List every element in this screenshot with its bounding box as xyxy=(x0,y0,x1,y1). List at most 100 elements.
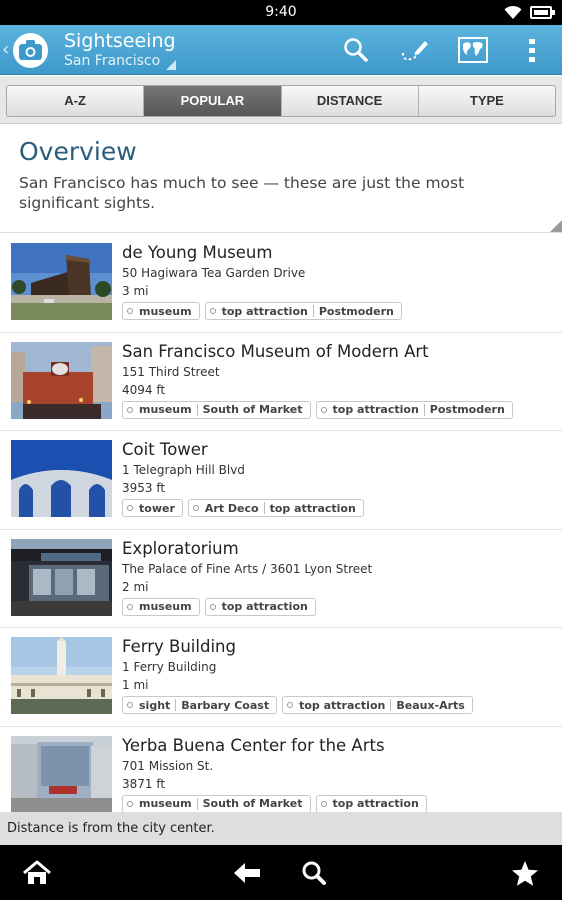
tab-a-z[interactable]: A-Z xyxy=(7,86,145,116)
list-item[interactable]: Coit Tower 1 Telegraph Hill Blvd 3953 ft… xyxy=(0,431,562,530)
tag-label: museum xyxy=(139,403,192,416)
sight-thumbnail xyxy=(11,735,112,812)
tag-label: tower xyxy=(139,501,175,515)
tag-label: top attraction xyxy=(332,797,419,810)
city-dropdown-icon xyxy=(166,60,176,70)
overflow-menu-icon xyxy=(529,39,535,62)
tag-label: top attraction xyxy=(221,304,308,318)
list-item[interactable]: Exploratorium The Palace of Fine Arts / … xyxy=(0,530,562,628)
sort-tabs: A-Z POPULAR DISTANCE TYPE xyxy=(6,85,556,117)
tag-label: museum xyxy=(139,600,192,613)
search-icon xyxy=(344,38,368,62)
tag[interactable]: museum xyxy=(122,302,200,320)
sight-name: San Francisco Museum of Modern Art xyxy=(122,341,429,361)
nav-search-button[interactable] xyxy=(299,859,329,887)
star-icon xyxy=(512,860,538,886)
sight-name: de Young Museum xyxy=(122,243,273,262)
list-item[interactable]: de Young Museum 50 Hagiwara Tea Garden D… xyxy=(0,234,562,333)
list-item[interactable]: Ferry Building 1 Ferry Building 1 mi sig… xyxy=(0,628,562,727)
sight-name: Yerba Buena Center for the Arts xyxy=(122,735,385,755)
list-item[interactable]: Yerba Buena Center for the Arts 701 Miss… xyxy=(0,727,562,812)
tag[interactable]: sight Barbary Coast xyxy=(122,696,278,714)
tag-label: Beaux-Arts xyxy=(396,698,465,712)
map-button[interactable] xyxy=(445,25,501,75)
tag-group: museum top attraction Postmodern xyxy=(122,302,402,320)
sight-thumbnail xyxy=(11,341,112,419)
tag-hole-icon xyxy=(209,308,216,314)
tag-group: sight Barbary Coast top attraction Beaux-A… xyxy=(122,696,473,714)
tag[interactable]: Art Deco top attraction xyxy=(187,499,364,517)
status-bar: 9:40 xyxy=(0,0,562,25)
tag[interactable]: top attraction Postmodern xyxy=(204,302,402,320)
city-selector[interactable]: San Francisco xyxy=(64,53,160,69)
tag[interactable]: top attraction xyxy=(204,597,316,616)
overflow-menu-button[interactable] xyxy=(504,25,560,75)
tag[interactable]: tower xyxy=(122,499,183,517)
overview-section[interactable]: Overview San Francisco has much to see —… xyxy=(0,125,562,233)
status-time: 9:40 xyxy=(265,4,297,20)
tag-hole-icon xyxy=(127,603,133,610)
sight-thumbnail xyxy=(11,538,112,616)
sight-distance: 1 mi xyxy=(122,678,149,692)
sight-distance: 4094 ft xyxy=(122,382,166,397)
tag-label: top attraction xyxy=(332,403,419,416)
tag-hole-icon xyxy=(192,505,199,511)
tag-hole-icon xyxy=(127,702,133,708)
up-caret-icon[interactable]: ‹ xyxy=(2,39,9,60)
tag[interactable]: museum South of Market xyxy=(122,400,311,419)
app-logo-icon[interactable] xyxy=(13,33,48,68)
tag-label: top attraction xyxy=(221,600,308,613)
screen-title: Sightseeing xyxy=(64,30,176,52)
tag-label: museum xyxy=(139,304,192,318)
wifi-icon xyxy=(504,5,522,19)
battery-icon xyxy=(530,6,555,19)
list-item[interactable]: San Francisco Museum of Modern Art 151 T… xyxy=(0,333,562,431)
back-button[interactable] xyxy=(232,859,262,887)
sights-list[interactable]: de Young Museum 50 Hagiwara Tea Garden D… xyxy=(0,234,562,812)
sight-distance: 2 mi xyxy=(122,579,149,594)
edit-route-icon xyxy=(402,41,428,61)
favorites-button[interactable] xyxy=(510,859,540,887)
sort-tabs-bar: A-Z POPULAR DISTANCE TYPE xyxy=(0,76,562,124)
action-bar: ‹ Sightseeing San Francisco xyxy=(0,25,562,75)
tag-hole-icon xyxy=(127,800,133,807)
tag[interactable]: top attraction Postmodern xyxy=(315,400,513,419)
sight-name: Coit Tower xyxy=(122,440,208,459)
map-icon xyxy=(458,37,488,63)
tag-label: Barbary Coast xyxy=(181,698,270,712)
tag-label: sight xyxy=(139,698,171,712)
sight-name: Exploratorium xyxy=(122,538,239,558)
sight-distance: 3953 ft xyxy=(122,481,166,495)
tag-group: museum South of Market top attraction xyxy=(122,794,427,812)
distance-note: Distance is from the city center. xyxy=(0,812,562,845)
tab-type[interactable]: TYPE xyxy=(419,86,555,116)
tag[interactable]: museum South of Market xyxy=(122,794,311,812)
tag-hole-icon xyxy=(127,505,133,511)
tag[interactable]: top attraction xyxy=(315,794,427,812)
tab-distance[interactable]: DISTANCE xyxy=(282,86,419,116)
tag-hole-icon xyxy=(127,406,133,413)
home-button[interactable] xyxy=(22,859,52,887)
sight-thumbnail xyxy=(11,243,112,320)
sight-address: 701 Mission St. xyxy=(122,758,214,773)
search-icon xyxy=(302,861,326,885)
tag-hole-icon xyxy=(287,702,294,708)
tag[interactable]: museum xyxy=(122,597,200,616)
sight-thumbnail xyxy=(11,637,112,714)
tag-label: South of Market xyxy=(202,403,303,416)
sight-address: 1 Telegraph Hill Blvd xyxy=(122,463,245,477)
trip-edit-button[interactable] xyxy=(387,25,443,75)
tag-label: museum xyxy=(139,797,192,810)
tab-popular[interactable]: POPULAR xyxy=(144,86,282,116)
expand-corner-icon xyxy=(550,220,562,232)
search-button[interactable] xyxy=(328,25,384,75)
tag-label: top attraction xyxy=(299,698,386,712)
sight-address: 1 Ferry Building xyxy=(122,660,217,674)
home-icon xyxy=(23,860,51,884)
tag-group: tower Art Deco top attraction xyxy=(122,499,364,517)
tag-label: top attraction xyxy=(269,501,356,515)
tag-hole-icon xyxy=(320,406,327,413)
tag[interactable]: top attraction Beaux-Arts xyxy=(282,696,473,714)
tag-label: South of Market xyxy=(202,797,303,810)
sight-distance: 3 mi xyxy=(122,284,149,298)
